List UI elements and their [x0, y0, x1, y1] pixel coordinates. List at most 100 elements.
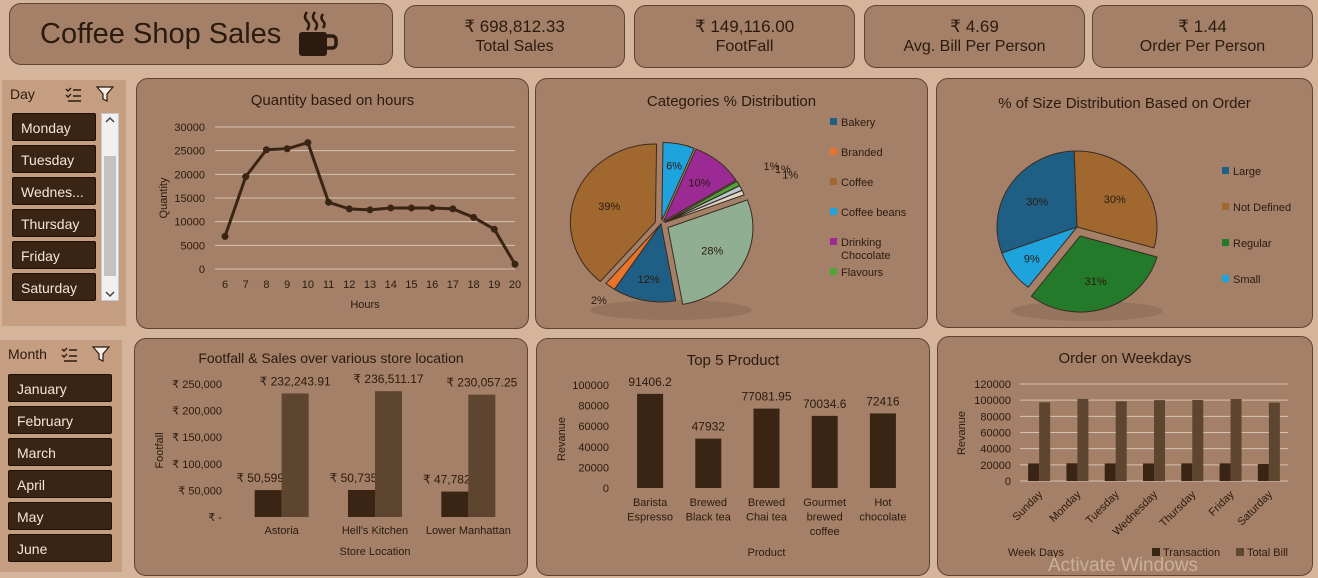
legend-swatch — [830, 268, 837, 275]
pie-data-label: 12% — [638, 274, 660, 286]
bar — [1192, 400, 1204, 481]
x-axis-title: Store Location — [340, 546, 411, 558]
x-tick-label: 15 — [405, 279, 417, 291]
data-point — [387, 204, 395, 212]
bar — [1230, 399, 1242, 481]
scroll-up-icon[interactable] — [102, 114, 118, 126]
legend-swatch — [1222, 203, 1229, 210]
y-tick-label: 0 — [1005, 476, 1011, 488]
x-tick-label: 16 — [426, 279, 438, 291]
multi-select-icon[interactable] — [64, 85, 82, 103]
legend-label: Branded — [841, 147, 883, 159]
month-slicer-header: Month — [8, 346, 47, 362]
legend-label: Total Bill — [1247, 547, 1288, 559]
bar-data-label: ₹ 47,782 — [423, 473, 471, 487]
legend-label: Not Defined — [1233, 202, 1291, 214]
month-slicer-item-april[interactable]: April — [8, 470, 112, 498]
day-slicer-header: Day — [10, 86, 35, 102]
size-pie-chart: 30% 30% 31% 9% Large Not Defined Regular Small — [996, 150, 1291, 321]
legend-swatch — [830, 208, 837, 215]
legend-label: Bakery — [841, 117, 876, 129]
month-slicer-item-march[interactable]: March — [8, 438, 112, 466]
x-tick-label: Black tea — [686, 512, 732, 524]
y-tick-label: ₹ - — [208, 512, 222, 524]
y-axis-title: Footfall — [154, 432, 166, 468]
x-tick-label: 14 — [385, 279, 397, 291]
category-distribution-panel: Categories % Distribution 12% 2% 39% 6% 10% 1… — [535, 78, 928, 329]
top-products-panel: Top 5 Product 0 20000 40000 60000 80000 10000… — [536, 338, 930, 576]
kpi-label: Order Per Person — [1139, 37, 1266, 55]
x-tick-label: Thursday — [1157, 488, 1198, 529]
bar — [695, 438, 722, 488]
y-axis-title: Quantity — [158, 177, 170, 218]
legend-label: Drinking — [841, 237, 881, 249]
bar-data-label: ₹ 50,599 — [236, 471, 284, 485]
y-tick-label: 100000 — [572, 380, 609, 392]
day-slicer-item-friday[interactable]: Friday — [12, 241, 96, 269]
scroll-down-icon[interactable] — [102, 288, 118, 300]
legend-swatch — [830, 148, 837, 155]
legend-label: Chocolate — [841, 250, 891, 262]
pie-data-label: 9% — [1024, 253, 1040, 265]
bar-data-label: 77081.95 — [741, 390, 791, 404]
month-slicer-item-may[interactable]: May — [8, 502, 112, 530]
pie-data-label: 6% — [666, 160, 682, 172]
month-slicer-item-june[interactable]: June — [8, 534, 112, 562]
data-point — [283, 145, 291, 153]
data-point — [325, 198, 333, 206]
data-point — [511, 260, 519, 268]
y-tick-label: 10000 — [174, 217, 205, 229]
x-tick-label: 18 — [467, 279, 479, 291]
clear-filter-icon[interactable] — [91, 345, 111, 363]
y-tick-label: 30000 — [174, 122, 205, 134]
bar — [869, 413, 896, 488]
x-tick-label: Saturday — [1235, 488, 1275, 528]
data-point — [242, 173, 250, 181]
day-slicer-scrollbar[interactable] — [101, 113, 119, 301]
legend-swatch — [830, 118, 837, 125]
y-tick-label: ₹ 50,000 — [178, 485, 222, 497]
coffee-cup-icon — [299, 11, 338, 56]
x-tick-label: 20 — [509, 279, 521, 291]
clear-filter-icon[interactable] — [95, 85, 115, 103]
data-point — [407, 204, 415, 212]
kpi-order-per-person: ₹ 1.44 Order Per Person — [1092, 5, 1313, 68]
x-axis-title: Product — [748, 547, 786, 559]
bar — [375, 391, 402, 517]
day-slicer-item-thursday[interactable]: Thursday — [12, 209, 96, 237]
kpi-avg-bill: ₹ 4.69 Avg. Bill Per Person — [864, 5, 1085, 68]
multi-select-icon[interactable] — [60, 345, 78, 363]
y-axis-title: Revanue — [956, 411, 968, 455]
y-tick-label: 120000 — [974, 379, 1011, 391]
month-slicer-item-february[interactable]: February — [8, 406, 112, 434]
bar — [1115, 401, 1127, 481]
month-slicer-item-january[interactable]: January — [8, 374, 112, 402]
day-slicer-item-wednesday[interactable]: Wednes... — [12, 177, 96, 205]
bar — [1039, 402, 1051, 481]
pie-data-label: 39% — [598, 201, 620, 213]
bar — [1066, 463, 1078, 481]
legend-label: Flavours — [841, 267, 884, 279]
scrollbar-thumb[interactable] — [104, 156, 116, 276]
kpi-label: Avg. Bill Per Person — [903, 37, 1046, 55]
x-tick-label: chocolate — [859, 512, 906, 524]
day-slicer-item-monday[interactable]: Monday — [12, 113, 96, 141]
weekday-orders-chart: 0 20000 40000 60000 80000 100000 120000 Sunday M… — [956, 379, 1288, 559]
legend-label: Regular — [1233, 238, 1272, 250]
x-tick-label: brewed — [807, 512, 843, 524]
hourly-quantity-panel: Quantity based on hours 0 5000 10000 15000 2… — [136, 78, 529, 329]
day-slicer-item-saturday[interactable]: Saturday — [12, 273, 96, 301]
data-point — [345, 205, 353, 213]
x-tick-label: Monday — [1047, 488, 1084, 525]
legend-swatch — [1222, 239, 1229, 246]
day-slicer-item-tuesday[interactable]: Tuesday — [12, 145, 96, 173]
bar-data-label: ₹ 236,511.17 — [353, 372, 423, 386]
legend-swatch — [830, 238, 837, 245]
y-tick-label: 0 — [603, 483, 609, 495]
pie-data-label: 31% — [1085, 276, 1107, 288]
x-tick-label: 8 — [263, 279, 269, 291]
category-pie-chart: 12%2%39%6%10%1%1%1%28%BakeryBrandedCoffe… — [569, 117, 907, 320]
x-tick-label: Gourmet — [803, 497, 846, 509]
day-slicer: Day Monday Tuesday Wednes... Thursday Fr… — [2, 80, 126, 326]
data-point — [449, 205, 457, 213]
